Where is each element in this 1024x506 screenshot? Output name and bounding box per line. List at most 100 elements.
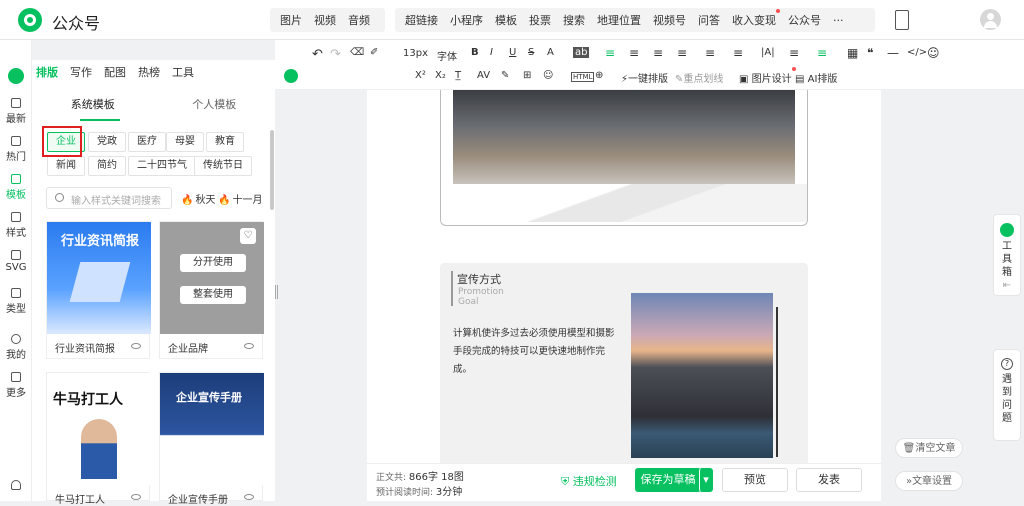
bold-button[interactable]: B bbox=[471, 47, 479, 58]
superscript-button[interactable]: X² bbox=[415, 70, 426, 81]
mobile-preview-icon[interactable] bbox=[895, 10, 909, 30]
office-photo[interactable] bbox=[453, 90, 795, 184]
menu-channels[interactable]: 视频号 bbox=[647, 12, 692, 28]
eye-icon[interactable] bbox=[131, 494, 141, 500]
use-separately-button[interactable]: 分开使用 bbox=[180, 254, 246, 272]
menu-location[interactable]: 地理位置 bbox=[591, 12, 647, 28]
font-color-button[interactable]: A bbox=[547, 47, 554, 58]
status-toggle[interactable] bbox=[284, 69, 298, 83]
template-search-input[interactable]: 输入样式关键词搜索 bbox=[46, 187, 172, 209]
sidebar-item-hot[interactable]: 热门 bbox=[0, 136, 32, 163]
one-click-layout-button[interactable]: ⚡一键排版 bbox=[621, 70, 668, 85]
panel-scrollbar[interactable] bbox=[270, 130, 274, 210]
tab-writing[interactable]: 写作 bbox=[70, 64, 92, 80]
tab-layout[interactable]: 排版 bbox=[36, 64, 58, 80]
menu-more[interactable]: ··· bbox=[827, 14, 850, 27]
save-dropdown-button[interactable]: ▾ bbox=[699, 468, 713, 492]
sidebar-item-latest[interactable]: 最新 bbox=[0, 98, 32, 125]
menu-image[interactable]: 图片 bbox=[274, 12, 308, 28]
category-solar-terms[interactable]: 二十四节气 bbox=[128, 156, 196, 176]
sidebar-item-mine[interactable]: 我的 bbox=[0, 334, 32, 361]
sidebar-item-style[interactable]: 样式 bbox=[0, 212, 32, 239]
heart-icon[interactable]: ♡ bbox=[240, 228, 256, 244]
sidebar-item-svg[interactable]: SVG bbox=[0, 250, 32, 273]
italic-button[interactable]: I bbox=[490, 47, 493, 58]
indent-button[interactable]: ≡ bbox=[733, 46, 743, 60]
format-brush-icon[interactable]: ✐ bbox=[370, 47, 378, 58]
menu-miniprogram[interactable]: 小程序 bbox=[444, 12, 489, 28]
save-draft-button[interactable]: 保存为草稿 bbox=[635, 468, 701, 492]
eye-icon[interactable] bbox=[244, 494, 254, 500]
font-size-select[interactable]: 13px bbox=[403, 48, 428, 59]
tab-system-templates[interactable]: 系统模板 bbox=[32, 90, 154, 120]
menu-monetize[interactable]: 收入变现 bbox=[726, 9, 782, 28]
char-spacing-button[interactable]: AV bbox=[477, 70, 490, 81]
category-party[interactable]: 党政 bbox=[88, 132, 126, 152]
menu-video[interactable]: 视频 bbox=[308, 12, 342, 28]
toolbox-button[interactable]: 工具箱 ⇤ bbox=[993, 214, 1021, 296]
template-card[interactable]: 牛马打工人 牛马打工人 bbox=[46, 372, 151, 506]
clear-article-button[interactable]: 🗑清空文章 bbox=[895, 438, 963, 458]
template-card[interactable]: 分开使用 整套使用 ♡ 企业品牌 bbox=[159, 221, 264, 359]
image-design-button[interactable]: ▣ 图片设计 bbox=[739, 67, 796, 85]
block-style-button[interactable]: ≡ bbox=[817, 46, 827, 60]
use-full-set-button[interactable]: 整套使用 bbox=[180, 286, 246, 304]
ai-layout-button[interactable]: ▤ AI排版 bbox=[795, 70, 837, 85]
category-simple[interactable]: 简约 bbox=[88, 156, 126, 176]
html-button[interactable]: HTML bbox=[571, 72, 595, 82]
align-left-button[interactable]: ≡ bbox=[605, 46, 615, 60]
table-icon[interactable]: ▦ bbox=[847, 46, 858, 60]
font-family-select[interactable]: 字体 bbox=[437, 48, 457, 63]
publish-button[interactable]: 发表 bbox=[796, 468, 862, 492]
eye-icon[interactable] bbox=[244, 343, 254, 349]
undo-icon[interactable]: ↶ bbox=[312, 47, 323, 62]
align-center-button[interactable]: ≡ bbox=[629, 46, 639, 60]
highlight-line-button[interactable]: ✎重点划线 bbox=[675, 70, 723, 85]
list-button[interactable]: ≡ bbox=[789, 46, 799, 60]
justify-button[interactable]: ≡ bbox=[677, 46, 687, 60]
category-education[interactable]: 教育 bbox=[206, 132, 244, 152]
resize-handle[interactable] bbox=[275, 285, 278, 299]
menu-template[interactable]: 模板 bbox=[489, 12, 523, 28]
template-card[interactable]: 行业资讯简报 行业资讯简报 bbox=[46, 221, 151, 359]
emoji-icon[interactable]: ☺ bbox=[927, 46, 940, 60]
menu-vote[interactable]: 投票 bbox=[523, 12, 557, 28]
category-medical[interactable]: 医疗 bbox=[128, 132, 166, 152]
menu-hyperlink[interactable]: 超链接 bbox=[399, 12, 444, 28]
section-title[interactable]: 宣传方式 bbox=[457, 271, 501, 287]
template-card[interactable]: 企业宣传手册 企业宣传手册 bbox=[159, 372, 264, 506]
menu-qa[interactable]: 问答 bbox=[692, 12, 726, 28]
hot-tag-autumn[interactable]: 🔥 秋天 bbox=[181, 191, 215, 206]
category-maternity[interactable]: 母婴 bbox=[166, 132, 204, 152]
category-festivals[interactable]: 传统节日 bbox=[194, 156, 252, 176]
image-insert-icon[interactable]: ⊞ bbox=[523, 70, 531, 81]
sticker-icon[interactable]: ☺ bbox=[543, 70, 553, 81]
article-settings-button[interactable]: »文章设置 bbox=[895, 471, 963, 491]
section-body[interactable]: 计算机使许多过去必须使用模型和摄影手段完成的特技可以更快速地制作完成。 bbox=[453, 325, 623, 379]
avatar[interactable] bbox=[980, 9, 1001, 30]
category-news[interactable]: 新闻 bbox=[47, 156, 85, 176]
sidebar-item-more[interactable]: 更多 bbox=[0, 372, 32, 399]
align-right-button[interactable]: ≡ bbox=[653, 46, 663, 60]
text-style-button[interactable]: T̲ bbox=[455, 70, 461, 81]
menu-audio[interactable]: 音频 bbox=[342, 12, 376, 28]
help-button[interactable]: ? 遇到问题 bbox=[993, 349, 1021, 441]
redo-icon[interactable]: ↷ bbox=[330, 47, 341, 62]
city-photo[interactable] bbox=[631, 293, 773, 458]
letter-spacing-button[interactable]: |A| bbox=[761, 47, 775, 58]
compliance-check-button[interactable]: ⛨ 违规检测 bbox=[561, 473, 617, 489]
pen-icon[interactable]: ✎ bbox=[501, 70, 509, 81]
underline-button[interactable]: U bbox=[509, 47, 516, 58]
bg-color-button[interactable]: ab bbox=[573, 47, 590, 58]
menu-official-account[interactable]: 公众号 bbox=[782, 12, 827, 28]
quote-icon[interactable]: ❝ bbox=[867, 46, 873, 60]
line-height-button[interactable]: ≡ bbox=[705, 46, 715, 60]
strike-button[interactable]: S bbox=[528, 47, 534, 58]
tab-pictures[interactable]: 配图 bbox=[104, 64, 126, 80]
plugin-icon[interactable]: ⊕ bbox=[595, 70, 603, 81]
tab-personal-templates[interactable]: 个人模板 bbox=[154, 90, 276, 120]
sidebar-item-template[interactable]: 模板 bbox=[0, 174, 32, 201]
menu-search[interactable]: 搜索 bbox=[557, 12, 591, 28]
headset-icon[interactable] bbox=[0, 480, 32, 492]
tab-trending[interactable]: 热榜 bbox=[138, 64, 160, 80]
